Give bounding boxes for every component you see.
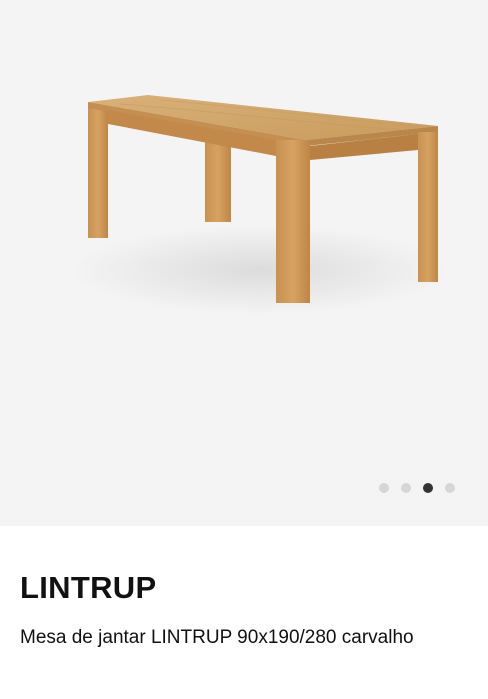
product-image — [70, 95, 450, 315]
product-title: LINTRUP — [20, 570, 157, 605]
product-image-gallery[interactable] — [0, 0, 488, 526]
carousel-dot-3[interactable] — [423, 483, 433, 493]
carousel-pagination — [379, 483, 455, 493]
product-info: LINTRUP Mesa de jantar LINTRUP 90x190/28… — [0, 526, 488, 653]
product-description: Mesa de jantar LINTRUP 90x190/280 carval… — [20, 627, 414, 648]
carousel-dot-2[interactable] — [401, 483, 411, 493]
carousel-dot-4[interactable] — [445, 483, 455, 493]
carousel-dot-1[interactable] — [379, 483, 389, 493]
